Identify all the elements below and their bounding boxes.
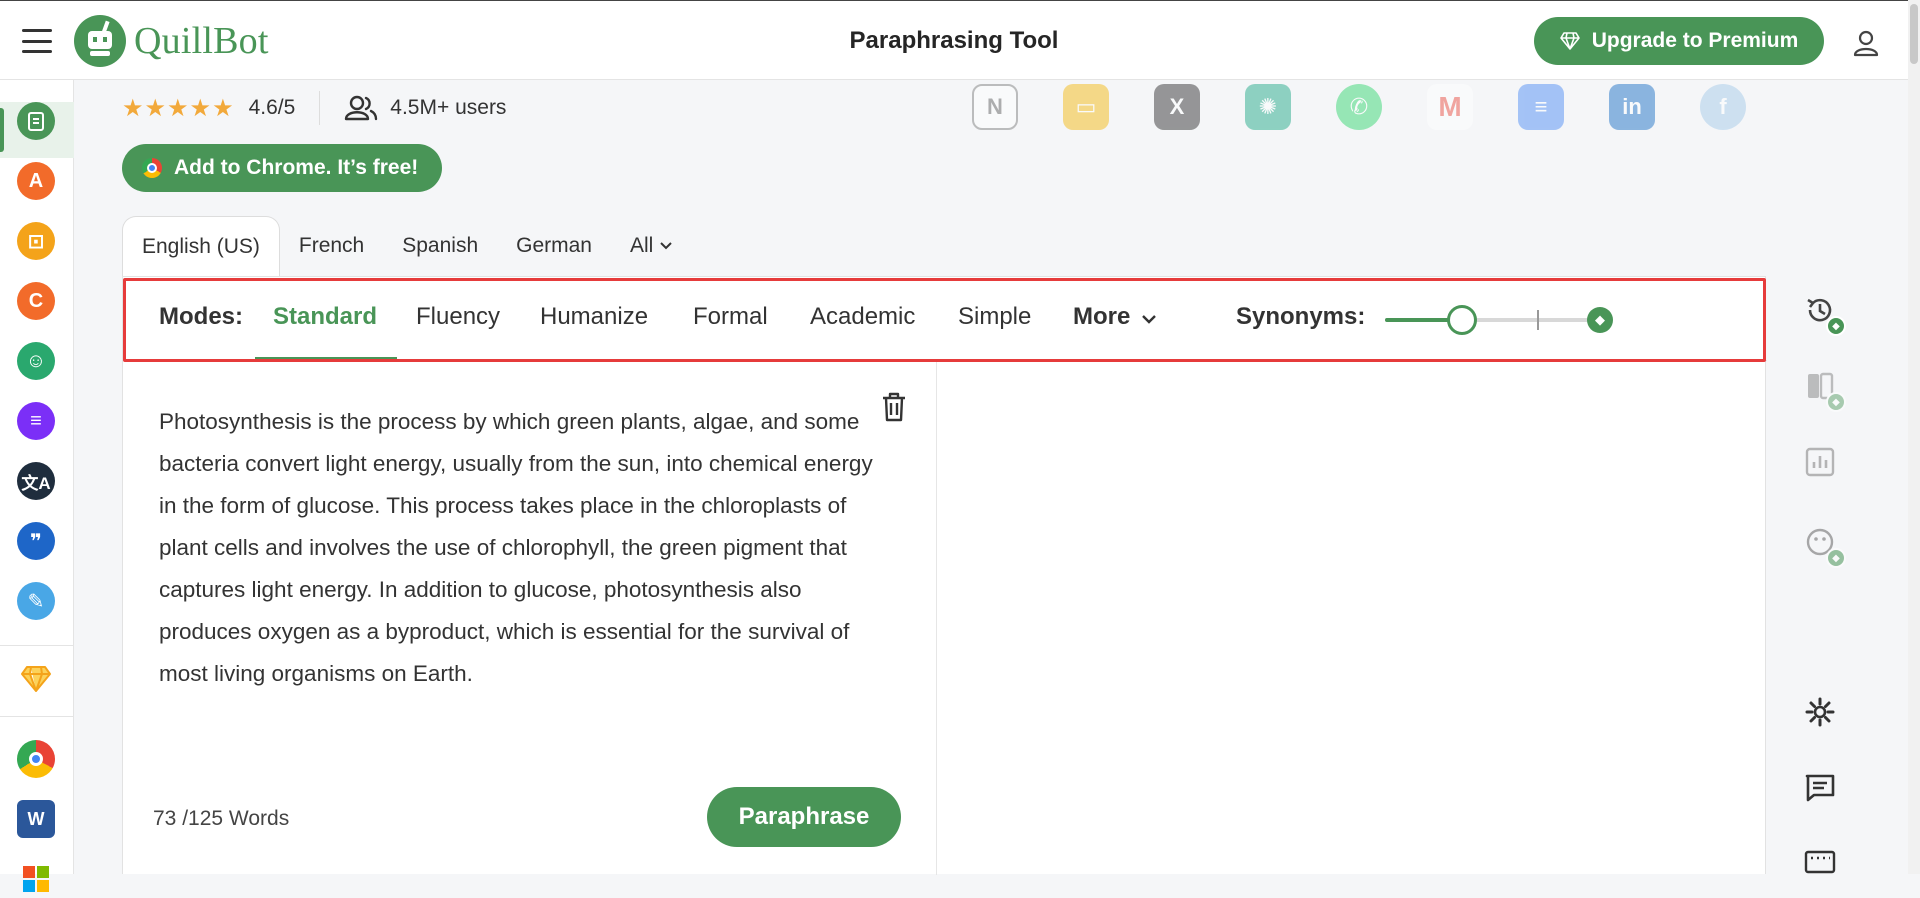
- all-languages-label: All: [629, 234, 654, 257]
- facebook-icon[interactable]: f: [1700, 84, 1746, 130]
- rating-stars-icon: ★★★★★: [122, 94, 235, 122]
- synonyms-slider[interactable]: ◆: [1385, 305, 1613, 335]
- synonyms-slider-thumb[interactable]: [1447, 305, 1477, 335]
- sidebar-divider: [0, 645, 74, 646]
- settings-gear-icon[interactable]: [1804, 696, 1838, 730]
- scrollbar-thumb[interactable]: [1910, 4, 1918, 64]
- add-to-chrome-label: Add to Chrome. It’s free!: [174, 156, 419, 179]
- sidebar-divider: [0, 716, 74, 717]
- citation-generator-icon[interactable]: ❞: [17, 522, 55, 560]
- premium-diamond-icon: ◆: [1826, 316, 1846, 336]
- active-mode-underline: [255, 357, 397, 360]
- page-scrollbar[interactable]: [1908, 0, 1920, 874]
- add-to-chrome-button[interactable]: Add to Chrome. It’s free!: [122, 144, 443, 192]
- diamond-icon: [1559, 32, 1580, 50]
- mode-standard[interactable]: Standard: [273, 303, 377, 331]
- word-addin-icon[interactable]: W: [17, 800, 55, 838]
- integrations-row: N ▭ X ✺ ✆ M ≡ in f: [972, 84, 1746, 130]
- plagiarism-checker-icon[interactable]: C: [17, 282, 55, 320]
- premium-diamond-icon: ◆: [1826, 392, 1846, 412]
- statistics-icon[interactable]: [1804, 446, 1838, 480]
- premium-diamond-icon[interactable]: [17, 660, 55, 698]
- paraphraser-editor: Modes: Standard Fluency Humanize Formal …: [122, 276, 1767, 875]
- tool-sidebar: A ⊡ C ☺ ≡ 文A ❞ ✎ W: [0, 80, 74, 892]
- tab-french[interactable]: French: [280, 216, 383, 276]
- feedback-icon[interactable]: [1804, 772, 1838, 806]
- linkedin-icon[interactable]: in: [1609, 84, 1655, 130]
- right-tool-rail: ◆ ◆ ◆: [1790, 290, 1850, 874]
- notion-icon[interactable]: N: [972, 84, 1018, 130]
- keyboard-shortcuts-icon[interactable]: [1804, 850, 1838, 884]
- users-count: 4.5M+ users: [390, 96, 507, 119]
- paraphrase-button[interactable]: Paraphrase: [707, 787, 901, 847]
- quillbot-flow-icon[interactable]: ✎: [17, 582, 55, 620]
- modes-bar: Modes: Standard Fluency Humanize Formal …: [123, 277, 1767, 361]
- chevron-down-icon: [1142, 315, 1156, 324]
- upgrade-label: Upgrade to Premium: [1591, 29, 1799, 52]
- history-icon[interactable]: ◆: [1804, 294, 1846, 336]
- ai-detector-icon[interactable]: ⊡: [17, 222, 55, 260]
- tab-all-languages[interactable]: All: [611, 216, 692, 276]
- gmail-icon[interactable]: M: [1427, 84, 1473, 130]
- stats-divider: [319, 91, 321, 125]
- tab-english-us[interactable]: English (US): [122, 216, 280, 276]
- word-count: 73 /125 Words: [153, 807, 290, 830]
- top-bar: QuillBot Paraphrasing Tool Upgrade to Pr…: [0, 0, 1920, 80]
- input-pane[interactable]: Photosynthesis is the process by which g…: [123, 361, 937, 875]
- input-text[interactable]: Photosynthesis is the process by which g…: [159, 401, 885, 695]
- rating-row: ★★★★★ 4.6/5 4.5M+ users: [122, 90, 506, 126]
- tab-spanish[interactable]: Spanish: [383, 216, 497, 276]
- translator-icon[interactable]: 文A: [17, 462, 55, 500]
- humanizer-icon[interactable]: ☺: [17, 342, 55, 380]
- premium-diamond-icon: ◆: [1826, 548, 1846, 568]
- paraphraser-icon[interactable]: [17, 102, 55, 140]
- users-icon: [345, 95, 378, 121]
- more-modes-label: More: [1073, 303, 1131, 330]
- trash-icon[interactable]: [880, 391, 908, 423]
- chrome-icon: [142, 158, 162, 178]
- summarizer-icon[interactable]: ≡: [17, 402, 55, 440]
- upgrade-premium-button[interactable]: Upgrade to Premium: [1534, 17, 1824, 65]
- compare-modes-icon[interactable]: ◆: [1804, 370, 1846, 412]
- mode-formal[interactable]: Formal: [693, 303, 768, 331]
- chevron-down-icon: [660, 242, 673, 250]
- language-tabs: English (US) French Spanish German All: [122, 216, 692, 276]
- mode-humanize[interactable]: Humanize: [540, 303, 648, 331]
- grammar-checker-icon[interactable]: A: [17, 162, 55, 200]
- rating-value: 4.6/5: [248, 96, 296, 119]
- user-account-icon[interactable]: [1846, 23, 1886, 63]
- x-twitter-icon[interactable]: X: [1154, 84, 1200, 130]
- synonyms-slider-tick: [1537, 310, 1539, 330]
- mode-fluency[interactable]: Fluency: [416, 303, 500, 331]
- more-modes-button[interactable]: More: [1073, 303, 1157, 331]
- windows-app-icon[interactable]: [17, 860, 55, 898]
- chrome-extension-icon[interactable]: [17, 740, 55, 778]
- modes-label: Modes:: [159, 303, 243, 330]
- mode-academic[interactable]: Academic: [810, 303, 915, 331]
- tab-german[interactable]: German: [497, 216, 611, 276]
- google-slides-icon[interactable]: ▭: [1063, 84, 1109, 130]
- premium-diamond-icon: ◆: [1587, 307, 1613, 333]
- whatsapp-icon[interactable]: ✆: [1336, 84, 1382, 130]
- tone-icon[interactable]: ◆: [1804, 526, 1846, 568]
- mode-simple[interactable]: Simple: [958, 303, 1031, 331]
- synonyms-label: Synonyms:: [1236, 303, 1366, 330]
- chatgpt-icon[interactable]: ✺: [1245, 84, 1291, 130]
- google-docs-icon[interactable]: ≡: [1518, 84, 1564, 130]
